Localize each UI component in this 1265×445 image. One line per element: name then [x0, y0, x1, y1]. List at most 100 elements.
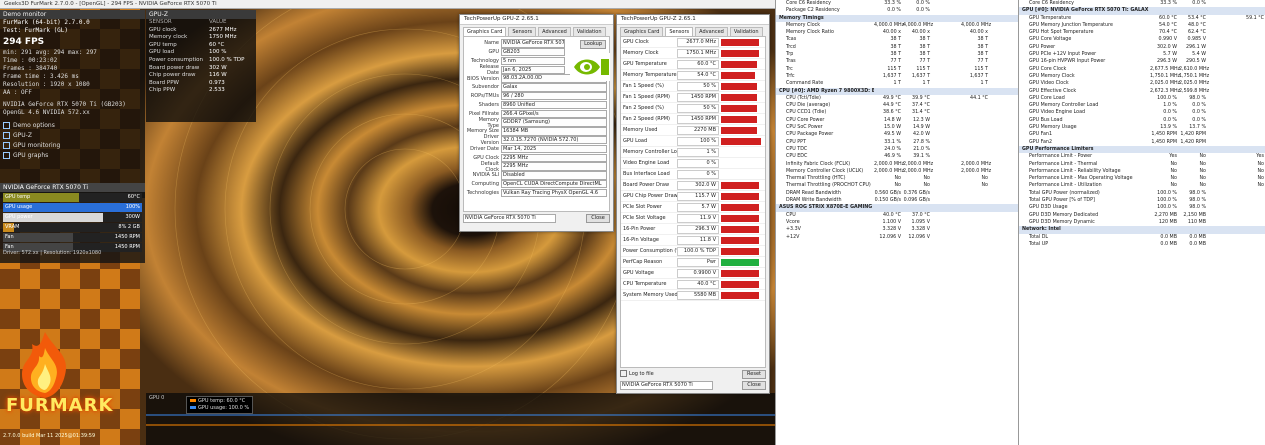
tab-graphics-card[interactable]: Graphics Card: [620, 27, 664, 36]
sensor-group-header[interactable]: Memory Timings: [776, 14, 1019, 22]
hw-sensor-row[interactable]: Core C6 Residency 33.3 % 0.0 %: [776, 0, 1019, 7]
hw-sensor-row[interactable]: Performance Limit - Reliability Voltage N…: [1019, 168, 1265, 175]
gpuz-field-value[interactable]: 5 nm: [501, 56, 565, 66]
gpuz-field-value[interactable]: GB203: [501, 47, 565, 57]
option-demo-options[interactable]: Demo options: [0, 121, 145, 131]
sensor-row[interactable]: Fan 2 Speed (RPM) 1450 RPM: [621, 114, 765, 125]
checkbox-icon[interactable]: [3, 132, 10, 139]
gpuz-field-value[interactable]: 8960 Unified: [501, 100, 607, 110]
sensor-row[interactable]: System Memory Used 5580 MB: [621, 290, 765, 301]
hw-sensor-row[interactable]: Total GPU Power [% of TDP] 100.0 % 98.0 %: [1019, 197, 1265, 204]
hw-sensor-row[interactable]: GPU Fan1 1,450 RPM 1,420 RPM: [1019, 131, 1265, 138]
gpuz-field-value[interactable]: Vulkan Ray Tracing PhysX OpenGL 4.6: [501, 188, 607, 198]
gpuz-field-value[interactable]: Galax: [501, 83, 607, 92]
tab-sensors[interactable]: Sensors: [508, 27, 537, 36]
hw-sensor-row[interactable]: Thermal Throttling (PROCHOT CPU) No No No: [776, 182, 1019, 189]
gpuz-field-value[interactable]: OpenCL CUDA DirectCompute DirectML: [501, 179, 607, 189]
sensor-row[interactable]: GPU Temperature 60.0 °C: [621, 59, 765, 70]
sensor-row[interactable]: Memory Temperature 54.0 °C: [621, 70, 765, 81]
hw-sensor-row[interactable]: Total DL 0.0 MB 0.0 MB: [1019, 234, 1265, 241]
hw-sensor-row[interactable]: GPU Memory Controller Load 1.0 % 0.0 %: [1019, 102, 1265, 109]
hw-sensor-row[interactable]: GPU 16-pin HVPWR Input Power 296.3 W 290.5…: [1019, 58, 1265, 65]
hw-sensor-row[interactable]: GPU Memory Junction Temperature 54.0 °C 48…: [1019, 22, 1265, 29]
hw-sensor-row[interactable]: Memory Clock 4,000.0 MHz 4,000.0 MHz 4,000.…: [776, 22, 1019, 29]
gpuz-field-value[interactable]: GDDR7 (Samsung): [501, 118, 607, 127]
checkbox-icon[interactable]: [3, 152, 10, 159]
sensor-row[interactable]: GPU Chip Power Draw 115.7 W: [621, 191, 765, 202]
hw-sensor-row[interactable]: Trfc 1,637 T 1,637 T 1,637 T: [776, 73, 1019, 80]
sensor-row[interactable]: GPU Voltage 0.9900 V: [621, 268, 765, 279]
close-button[interactable]: Close: [742, 381, 766, 390]
hw-sensor-row[interactable]: DRAM Read Bandwidth 0.560 GB/s 0.376 GB/s: [776, 190, 1019, 197]
hw-sensor-row[interactable]: CPU Package Power 49.5 W 42.0 W: [776, 131, 1019, 138]
hw-sensor-row[interactable]: Tcas 38 T 38 T 38 T: [776, 36, 1019, 43]
hw-sensor-row[interactable]: Performance Limit - Thermal No No No: [1019, 161, 1265, 168]
hw-sensor-row[interactable]: GPU Effective Clock 2,672.3 MHz 2,599.8 MH…: [1019, 88, 1265, 95]
tab-graphics-card[interactable]: Graphics Card: [463, 27, 507, 36]
sensor-group-header[interactable]: CPU [#0]: AMD Ryzen 7 9800X3D: Enhanced: [776, 87, 1019, 95]
sensor-row[interactable]: CPU Temperature 40.0 °C: [621, 279, 765, 290]
gpuz-title-bar[interactable]: TechPowerUp GPU-Z 2.65.1: [460, 15, 613, 25]
gpuz-sensors-window[interactable]: TechPowerUp GPU-Z 2.65.1 Graphics Card S…: [616, 14, 770, 394]
lookup-button[interactable]: Lookup: [580, 40, 606, 49]
hw-sensor-row[interactable]: GPU Bus Load 0.0 % 0.0 %: [1019, 117, 1265, 124]
hw-sensor-row[interactable]: +3.3V 3.328 V 3.328 V: [776, 226, 1019, 233]
checkbox-icon[interactable]: [3, 142, 10, 149]
sensor-row[interactable]: Video Engine Load 0 %: [621, 158, 765, 169]
card-selector[interactable]: NVIDIA GeForce RTX 5070 Ti: [620, 381, 713, 390]
hw-sensor-row[interactable]: GPU Memory Usage 13.9 % 13.7 %: [1019, 124, 1265, 131]
tab-validation[interactable]: Validation: [729, 27, 763, 36]
hw-sensor-row[interactable]: GPU Temperature 60.0 °C 53.4 °C 59.1 °C: [1019, 15, 1265, 22]
hw-sensor-row[interactable]: Memory Clock Ratio 40.00 x 40.00 x 40.00 x: [776, 29, 1019, 36]
card-selector[interactable]: NVIDIA GeForce RTX 5070 Ti: [463, 214, 556, 223]
tab-validation[interactable]: Validation: [572, 27, 606, 36]
hw-sensor-row[interactable]: GPU PCIe +12V Input Power 5.7 W 5.4 W: [1019, 51, 1265, 58]
sensors-title-bar[interactable]: TechPowerUp GPU-Z 2.65.1: [617, 15, 769, 25]
hwinfo-sensors-right[interactable]: Core C6 Residency 33.3 % 0.0 % GPU [#0]: NV…: [1018, 0, 1265, 445]
hw-sensor-row[interactable]: Infinity Fabric Clock (FCLK) 2,000.0 MHz 2…: [776, 161, 1019, 168]
tab-advanced[interactable]: Advanced: [538, 27, 571, 36]
gpuz-window[interactable]: TechPowerUp GPU-Z 2.65.1 Graphics Card S…: [459, 14, 614, 232]
hw-sensor-row[interactable]: Package C2 Residency 0.0 % 0.0 %: [776, 7, 1019, 14]
hw-sensor-row[interactable]: DRAM Write Bandwidth 0.150 GB/s 0.096 GB/s: [776, 197, 1019, 204]
log-to-file-checkbox[interactable]: Log to file: [620, 370, 654, 379]
hw-sensor-row[interactable]: Trp 38 T 38 T 38 T: [776, 51, 1019, 58]
sensor-row[interactable]: GPU Clock 2677.0 MHz: [621, 37, 765, 48]
hw-sensor-row[interactable]: Tras 77 T 77 T 77 T: [776, 58, 1019, 65]
hw-sensor-row[interactable]: GPU Core Clock 2,677.5 MHz 2,610.0 MHz: [1019, 66, 1265, 73]
sensor-row[interactable]: GPU Load 100 %: [621, 136, 765, 147]
option-gpu-graphs[interactable]: GPU graphs: [0, 151, 145, 161]
hw-sensor-row[interactable]: Performance Limit - Max Operating Voltag…: [1019, 175, 1265, 182]
sensor-row[interactable]: PerfCap Reason Pwr: [621, 257, 765, 268]
sensor-row[interactable]: 16-Pin Voltage 11.8 V: [621, 235, 765, 246]
hw-sensor-row[interactable]: GPU D3D Usage 100.0 % 98.0 %: [1019, 204, 1265, 211]
hw-sensor-row[interactable]: Trcd 38 T 38 T 38 T: [776, 44, 1019, 51]
gpuz-field-value[interactable]: 2295 MHz: [501, 153, 607, 162]
sensor-group-header[interactable]: GPU [#0]: NVIDIA GeForce RTX 5070 Ti: GA…: [1019, 7, 1265, 15]
hw-sensor-row[interactable]: GPU Video Clock 2,025.0 MHz 2,025.0 MHz: [1019, 80, 1265, 87]
hw-sensor-row[interactable]: CPU CCD1 (Tdie) 38.6 °C 31.4 °C: [776, 109, 1019, 116]
hw-sensor-row[interactable]: GPU Video Engine Load 0.0 % 0.0 %: [1019, 109, 1265, 116]
hw-sensor-row[interactable]: Memory Controller Clock (UCLK) 2,000.0 MH…: [776, 168, 1019, 175]
sensor-group-header[interactable]: GPU Performance Limiters: [1019, 145, 1265, 154]
reset-button[interactable]: Reset: [742, 370, 766, 379]
option-gpuz[interactable]: GPU-Z: [0, 131, 145, 141]
hw-sensor-row[interactable]: Thermal Throttling (HTC) No No No: [776, 175, 1019, 182]
hw-sensor-row[interactable]: GPU Memory Clock 1,750.1 MHz 1,750.1 MHz: [1019, 73, 1265, 80]
hw-sensor-row[interactable]: CPU (Tctl/Tdie) 49.9 °C 39.9 °C 44.1 °C: [776, 95, 1019, 102]
hw-sensor-row[interactable]: CPU SoC Power 15.0 W 14.9 W: [776, 124, 1019, 131]
sensor-row[interactable]: Power Consumption (%)100.0 % TDP: [621, 246, 765, 257]
hw-sensor-row[interactable]: GPU D3D Memory Dynamic 120 MB 110 MB: [1019, 219, 1265, 226]
sensor-row[interactable]: Fan 1 Speed (%) 50 %: [621, 81, 765, 92]
sensor-group-header[interactable]: ASUS ROG STRIX X870E-E GAMING WIFI (Nuvo…: [776, 204, 1019, 212]
sensor-group-header[interactable]: Network: Intel: [1019, 226, 1265, 234]
hw-sensor-row[interactable]: CPU Die (average) 44.9 °C 37.4 °C: [776, 102, 1019, 109]
sensor-row[interactable]: PCIe Slot Voltage 11.9 V: [621, 213, 765, 224]
sensor-row[interactable]: Memory Controller Load1 %: [621, 147, 765, 158]
tab-sensors[interactable]: Sensors: [665, 27, 694, 36]
hw-sensor-row[interactable]: CPU TDC 24.0 % 21.0 %: [776, 146, 1019, 153]
gpuz-field-value[interactable]: Disabled: [501, 171, 607, 180]
gpuz-field-value[interactable]: 266.4 GPixel/s: [501, 109, 607, 119]
hwinfo-sensors-left[interactable]: Core C6 Residency 33.3 % 0.0 % Package C2 R…: [775, 0, 1019, 445]
close-button[interactable]: Close: [586, 214, 610, 223]
